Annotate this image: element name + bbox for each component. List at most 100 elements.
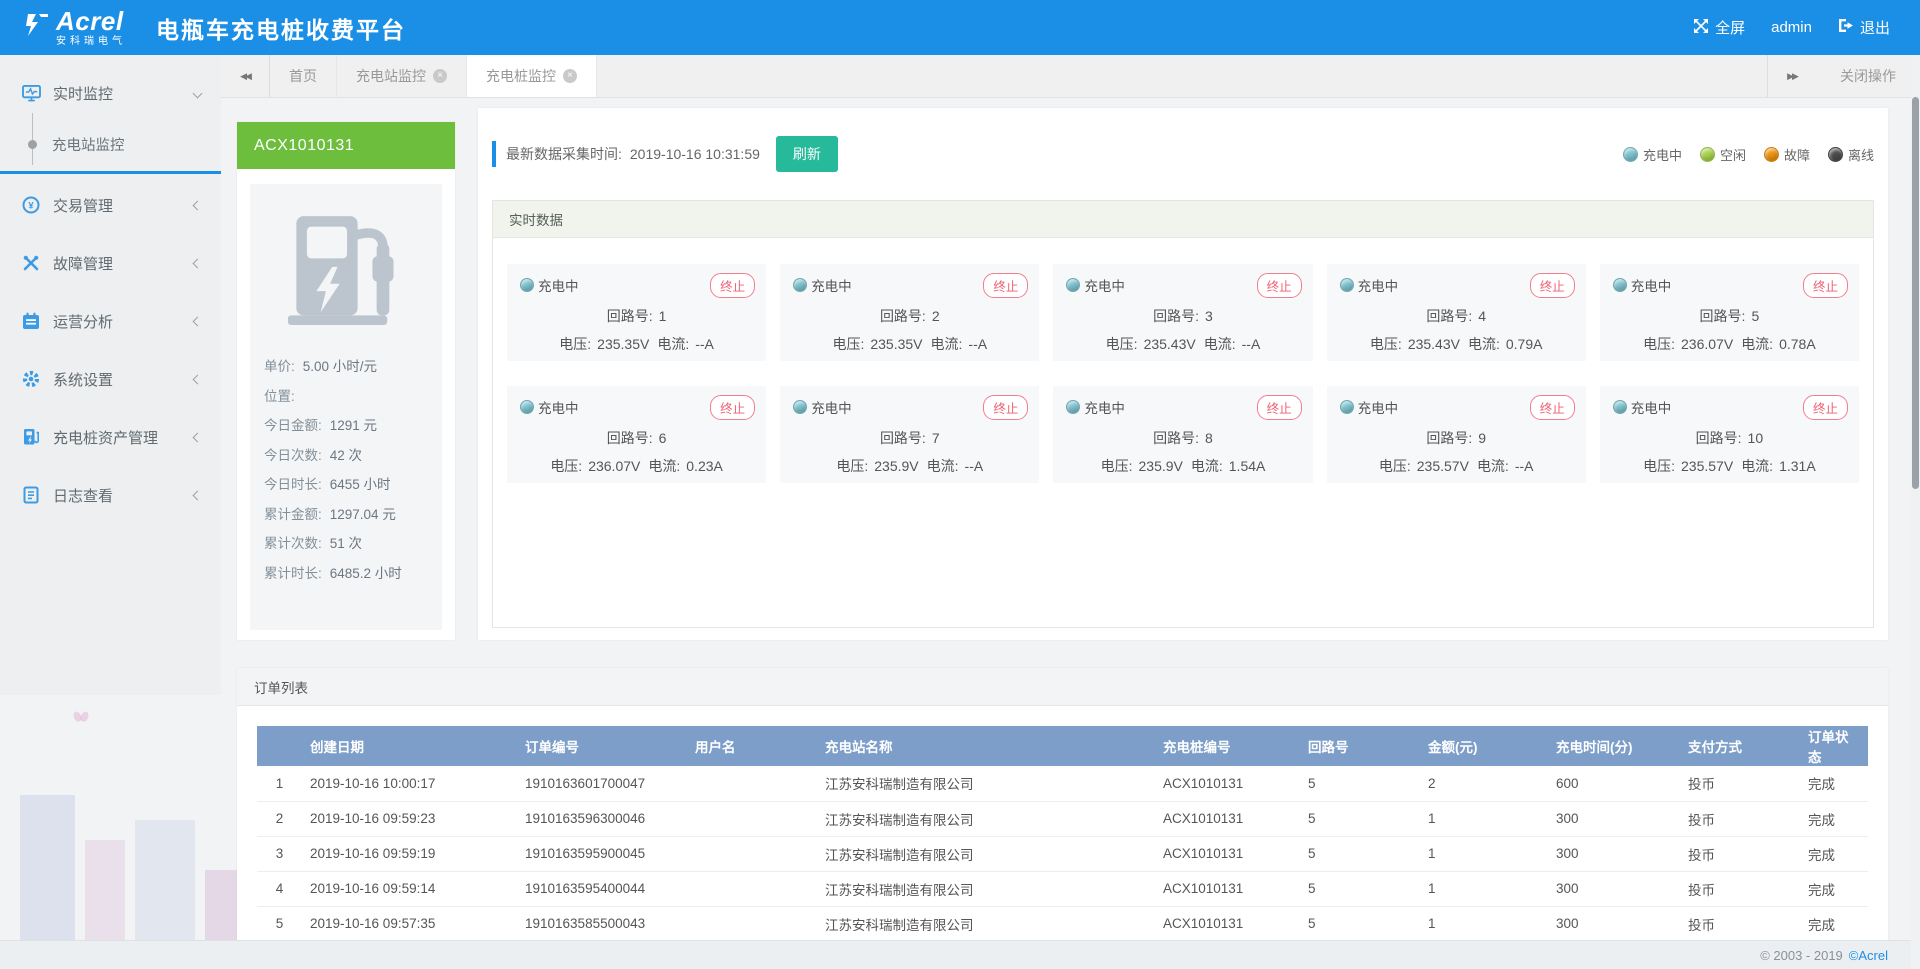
sidebar-item-realtime-monitor[interactable]: 实时监控 [0, 67, 221, 119]
cell-create-date: 2019-10-16 09:59:23 [302, 801, 517, 836]
sidebar-item-pile-asset-management[interactable]: 充电桩资产管理 [0, 408, 221, 466]
sidebar-item-operation-analysis[interactable]: 运营分析 [0, 292, 221, 350]
charging-status-icon [793, 278, 807, 292]
tab-bar: ◀◀ 首页 充电站监控 × 充电桩监控 × ▶▶ 关闭操作 [221, 55, 1920, 98]
vertical-scrollbar[interactable] [1911, 55, 1920, 969]
cell-circuit-no: 5 [1300, 801, 1420, 836]
voltage-value: 235.35V [870, 336, 922, 352]
tab-station-monitor[interactable]: 充电站监控 × [337, 55, 467, 97]
sidebar-item-fault-management[interactable]: 故障管理 [0, 234, 221, 292]
cell-station-name: 江苏安科瑞制造有限公司 [817, 801, 1155, 836]
terminate-button[interactable]: 终止 [710, 395, 755, 420]
tab-pile-monitor[interactable]: 充电桩监控 × [467, 55, 597, 97]
terminate-button[interactable]: 终止 [983, 395, 1028, 420]
column-order-status: 订单状态 [1800, 726, 1868, 766]
cell-charge-minutes: 300 [1548, 836, 1680, 871]
table-row[interactable]: 2 2019-10-16 09:59:23 1910163596300046 江… [257, 801, 1868, 836]
table-row[interactable]: 3 2019-10-16 09:59:19 1910163595900045 江… [257, 836, 1868, 871]
channel-card: 充电中 终止 回路号:1 电压:235.35V电流:--A [507, 264, 766, 361]
tree-dot-icon [28, 140, 37, 149]
stat-value: 1291 元 [330, 411, 377, 441]
brand-logo: Acrel 安科瑞电气 [26, 8, 126, 47]
realtime-panel: 最新数据采集时间: 2019-10-16 10:31:59 刷新 充电中 空闲 … [478, 108, 1888, 640]
logo-subtext: 安科瑞电气 [56, 37, 126, 47]
circuit-label: 回路号: [1700, 308, 1746, 324]
svg-text:¥: ¥ [28, 201, 34, 212]
row-index: 1 [257, 766, 302, 801]
circuit-label: 回路号: [607, 430, 653, 446]
terminate-button[interactable]: 终止 [1257, 273, 1302, 298]
current-value: --A [965, 458, 984, 474]
user-menu[interactable]: admin [1763, 19, 1820, 36]
cell-pay-method: 投币 [1680, 906, 1800, 940]
cell-pay-method: 投币 [1680, 801, 1800, 836]
terminate-button[interactable]: 终止 [1530, 273, 1575, 298]
tabbar-spacer [597, 55, 1767, 97]
scrollbar-thumb[interactable] [1912, 97, 1919, 489]
copyright-text: © 2003 - 2019 [1760, 948, 1843, 963]
terminate-button[interactable]: 终止 [983, 273, 1028, 298]
channel-status-label: 充电中 [811, 397, 852, 417]
table-row[interactable]: 4 2019-10-16 09:59:14 1910163595400044 江… [257, 871, 1868, 906]
cell-username [687, 906, 817, 940]
refresh-button[interactable]: 刷新 [776, 136, 838, 172]
sidebar-subitem-charging-station-monitor[interactable]: 充电站监控 [0, 119, 221, 169]
stat-today-count: 今日次数:42 次 [264, 441, 428, 471]
channel-card: 充电中 终止 回路号:3 电压:235.43V电流:--A [1053, 264, 1312, 361]
circuit-value: 6 [659, 430, 667, 446]
logout-button[interactable]: 退出 [1830, 17, 1898, 38]
tab-home[interactable]: 首页 [270, 55, 337, 97]
sidebar-item-log-view[interactable]: 日志查看 [0, 466, 221, 524]
terminate-button[interactable]: 终止 [1530, 395, 1575, 420]
sidebar-item-system-settings[interactable]: 系统设置 [0, 350, 221, 408]
cell-pile-no: ACX1010131 [1155, 871, 1300, 906]
tab-close-icon[interactable]: × [563, 69, 577, 83]
current-label: 电流: [657, 336, 689, 352]
circuit-value: 3 [1205, 308, 1213, 324]
sidebar-item-label: 日志查看 [53, 485, 194, 506]
cell-amount: 1 [1420, 836, 1548, 871]
transaction-icon: ¥ [20, 196, 42, 214]
footer-brand-link[interactable]: ©Acrel [1849, 948, 1888, 963]
circuit-label: 回路号: [1426, 430, 1472, 446]
cell-station-name: 江苏安科瑞制造有限公司 [817, 906, 1155, 940]
channel-card: 充电中 终止 回路号:5 电压:236.07V电流:0.78A [1600, 264, 1859, 361]
tab-close-icon[interactable]: × [433, 69, 447, 83]
tabs-scroll-left-button[interactable]: ◀◀ [221, 55, 270, 97]
row-index: 5 [257, 906, 302, 940]
row-index: 2 [257, 801, 302, 836]
circuit-value: 4 [1478, 308, 1486, 324]
cell-station-name: 江苏安科瑞制造有限公司 [817, 871, 1155, 906]
cell-order-status: 完成 [1800, 766, 1868, 801]
voltage-label: 电压: [1101, 458, 1133, 474]
cell-username [687, 871, 817, 906]
terminate-button[interactable]: 终止 [1803, 273, 1848, 298]
channel-status-label: 充电中 [538, 275, 579, 295]
legend-idle: 空闲 [1700, 145, 1746, 164]
stat-value: 42 次 [330, 441, 362, 471]
terminate-button[interactable]: 终止 [1257, 395, 1302, 420]
stat-label: 今日时长: [264, 470, 322, 500]
realtime-data-title: 实时数据 [493, 201, 1873, 238]
fullscreen-button[interactable]: 全屏 [1685, 17, 1753, 38]
cell-create-date: 2019-10-16 09:57:35 [302, 906, 517, 940]
close-operations-menu[interactable]: 关闭操作 [1816, 55, 1920, 97]
current-label: 电流: [648, 458, 680, 474]
table-row[interactable]: 1 2019-10-16 10:00:17 1910163601700047 江… [257, 766, 1868, 801]
table-row[interactable]: 5 2019-10-16 09:57:35 1910163585500043 江… [257, 906, 1868, 940]
terminate-button[interactable]: 终止 [1803, 395, 1848, 420]
channel-status-label: 充电中 [1631, 275, 1672, 295]
channel-card: 充电中 终止 回路号:4 电压:235.43V电流:0.79A [1327, 264, 1586, 361]
tabs-scroll-right-button[interactable]: ▶▶ [1767, 55, 1816, 97]
row-index: 4 [257, 871, 302, 906]
cell-pay-method: 投币 [1680, 871, 1800, 906]
sidebar-item-transaction-management[interactable]: ¥ 交易管理 [0, 176, 221, 234]
terminate-button[interactable]: 终止 [710, 273, 755, 298]
current-label: 电流: [1204, 336, 1236, 352]
stat-unit-price: 单价:5.00 小时/元 [264, 352, 428, 382]
charging-status-icon [1623, 147, 1638, 162]
cell-order-no: 1910163595900045 [517, 836, 687, 871]
current-value: --A [695, 336, 714, 352]
cell-pile-no: ACX1010131 [1155, 836, 1300, 871]
channel-card: 充电中 终止 回路号:9 电压:235.57V电流:--A [1327, 386, 1586, 483]
